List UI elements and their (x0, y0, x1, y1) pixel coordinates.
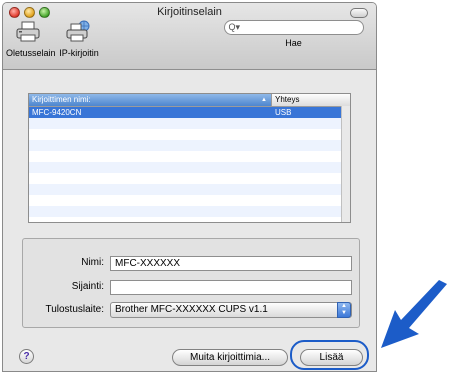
column-header-name[interactable]: Kirjoittimen nimi: ▲ (29, 94, 272, 106)
empty-row (29, 118, 350, 129)
printer-name-cell: MFC-9420CN (32, 108, 82, 117)
device-select-value: Brother MFC-XXXXXX CUPS v1.1 (115, 304, 268, 315)
printer-details-group: Nimi: MFC-XXXXXX Sijainti: Tulostuslaite… (22, 238, 360, 328)
list-rows: MFC-9420CN USB (29, 107, 350, 222)
search-label: Hae (285, 38, 302, 48)
sort-ascending-icon: ▲ (261, 97, 267, 103)
empty-row (29, 151, 350, 162)
empty-row (29, 217, 350, 222)
location-field[interactable] (110, 280, 352, 295)
toolbar-search: Q▾ Hae (221, 20, 366, 48)
toolbar-ip-printer[interactable]: IP-kirjoitin (53, 20, 105, 58)
add-button-highlight (290, 340, 369, 370)
device-label: Tulostuslaite: (45, 304, 104, 315)
window-title: Kirjoitinselain (157, 6, 222, 18)
table-row[interactable]: MFC-9420CN USB (29, 107, 350, 118)
toolbar-toggle-button[interactable] (350, 8, 368, 18)
name-field[interactable]: MFC-XXXXXX (110, 256, 352, 271)
printer-connection-cell: USB (275, 108, 292, 117)
empty-row (29, 184, 350, 195)
list-scrollbar[interactable] (341, 106, 350, 222)
popup-arrows-icon: ▲ ▼ (337, 302, 351, 318)
location-label: Sijainti: (71, 281, 104, 292)
empty-row (29, 173, 350, 184)
empty-row (29, 140, 350, 151)
empty-row (29, 162, 350, 173)
empty-row (29, 206, 350, 217)
search-input[interactable]: Q▾ (223, 20, 364, 35)
printer-icon (6, 20, 50, 46)
column-header-name-label: Kirjoittimen nimi: (32, 95, 91, 104)
toolbar-ip-label: IP-kirjoitin (59, 48, 99, 58)
network-printer-icon (53, 20, 105, 46)
search-icon: Q▾ (228, 22, 241, 32)
column-header-connection[interactable]: Yhteys (272, 94, 350, 106)
empty-row (29, 195, 350, 206)
list-header: Kirjoittimen nimi: ▲ Yhteys (29, 94, 350, 107)
name-label: Nimi: (81, 257, 104, 268)
printer-browser-window: Kirjoitinselain Oletusselain IP-kirjoiti… (2, 2, 377, 372)
empty-row (29, 129, 350, 140)
help-button[interactable]: ? (19, 349, 34, 364)
window-toolbar: Kirjoitinselain Oletusselain IP-kirjoiti… (3, 3, 376, 70)
more-printers-button[interactable]: Muita kirjoittimia... (172, 349, 288, 366)
toolbar-default-browser[interactable]: Oletusselain (6, 20, 56, 58)
printer-list[interactable]: Kirjoittimen nimi: ▲ Yhteys MFC-9420CN U… (28, 93, 351, 223)
device-select[interactable]: Brother MFC-XXXXXX CUPS v1.1 ▲ ▼ (110, 302, 352, 318)
toolbar-default-label: Oletusselain (6, 48, 56, 58)
pointer-arrow-icon (381, 280, 447, 348)
